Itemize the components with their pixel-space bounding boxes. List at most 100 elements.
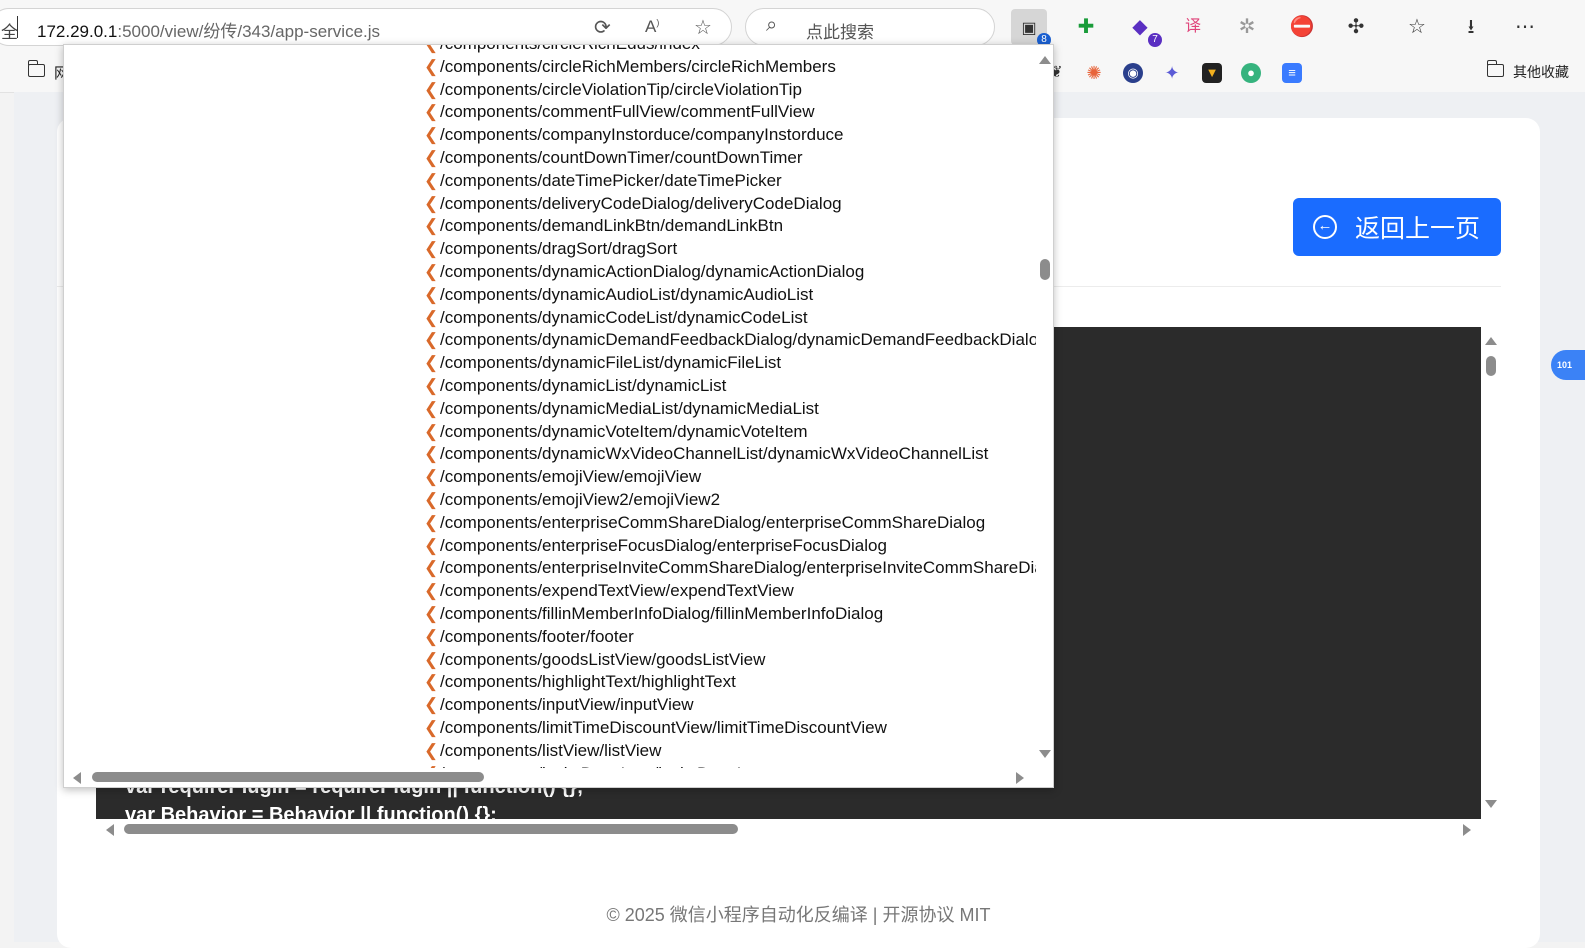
file-list-item[interactable]: ❮/components/dateTimePicker/dateTimePick… bbox=[424, 171, 782, 194]
back-button[interactable]: ← 返回上一页 bbox=[1293, 198, 1501, 256]
bookmark-star-icon[interactable]: ✦ bbox=[1162, 63, 1182, 83]
chevron-left-icon: ❮ bbox=[424, 216, 439, 236]
dropdown-vscroll-thumb[interactable] bbox=[1040, 259, 1050, 280]
file-list-item[interactable]: ❮/components/circleRichMembers/circleRic… bbox=[424, 57, 836, 80]
dropdown-vertical-scrollbar[interactable] bbox=[1036, 45, 1053, 768]
file-list-item[interactable]: ❮/components/dragSort/dragSort bbox=[424, 239, 677, 262]
file-dropdown[interactable]: ❮/components/circleRichEdus/index❮/compo… bbox=[63, 44, 1054, 788]
address-separator bbox=[17, 16, 18, 38]
bookmark-colorful-icon[interactable]: ● bbox=[1241, 63, 1261, 83]
file-list-item[interactable]: ❮/components/fillinMemberInfoDialog/fill… bbox=[424, 604, 883, 627]
search-box[interactable]: ⌕ 点此搜索 bbox=[745, 8, 995, 46]
scroll-right-arrow-icon[interactable] bbox=[1463, 824, 1471, 836]
url-text[interactable]: 172.29.0.1:5000/view/纷传/343/app-service.… bbox=[37, 17, 380, 42]
address-prefix: 全 bbox=[1, 23, 18, 42]
file-list-item[interactable]: ❮/components/companyInstorduce/companyIn… bbox=[424, 125, 844, 148]
file-list-item[interactable]: ❮/components/emojiView/emojiView bbox=[424, 467, 701, 490]
side-floating-tab[interactable]: 101 bbox=[1551, 350, 1585, 380]
file-list-item[interactable]: ❮/components/demandLinkBtn/demandLinkBtn bbox=[424, 216, 783, 239]
chevron-left-icon: ❮ bbox=[424, 649, 439, 669]
scroll-down-arrow-icon[interactable] bbox=[1485, 800, 1497, 808]
address-bar[interactable]: 全 172.29.0.1:5000/view/纷传/343/app-servic… bbox=[0, 8, 732, 46]
extension-blocked-button[interactable]: ⛔ bbox=[1284, 9, 1320, 45]
file-list-item-label: /components/dynamicList/dynamicList bbox=[440, 376, 727, 395]
file-list-item[interactable]: ❮/components/circleRichEdus/index bbox=[424, 45, 700, 57]
file-list-item[interactable]: ❮/components/dynamicCodeList/dynamicCode… bbox=[424, 308, 808, 331]
file-list-item[interactable]: ❮/components/dynamicWxVideoChannelList/d… bbox=[424, 444, 988, 467]
code-hscroll-thumb[interactable] bbox=[124, 824, 738, 834]
translate-extension-button[interactable]: 译 bbox=[1175, 9, 1211, 45]
downloads-button[interactable]: ⭳ bbox=[1453, 9, 1489, 45]
file-list-item[interactable]: ❮/components/dynamicList/dynamicList bbox=[424, 376, 726, 399]
bookmark-shield-icon[interactable]: ▼ bbox=[1202, 63, 1222, 83]
file-list-item[interactable]: ❮/components/limitTimeDiscountView/limit… bbox=[424, 718, 887, 741]
file-list-item[interactable]: ❮/components/emojiView2/emojiView2 bbox=[424, 490, 720, 513]
dropdown-scroll-down-icon[interactable] bbox=[1039, 750, 1051, 758]
dropdown-horizontal-scrollbar[interactable] bbox=[64, 768, 1036, 787]
file-list-item[interactable]: ❮/components/dynamicActionDialog/dynamic… bbox=[424, 262, 864, 285]
dropdown-scroll-left-icon[interactable] bbox=[73, 772, 81, 784]
dropdown-scroll-right-icon[interactable] bbox=[1016, 772, 1024, 784]
file-list-item[interactable]: ❮/components/countDownTimer/countDownTim… bbox=[424, 148, 803, 171]
download-icon: ⭳ bbox=[1467, 16, 1475, 38]
file-list-item[interactable]: ❮/components/enterpriseFocusDialog/enter… bbox=[424, 536, 887, 559]
file-list-item[interactable]: ❮/components/enterpriseCommShareDialog/e… bbox=[424, 513, 985, 536]
read-aloud-icon[interactable]: A) bbox=[645, 17, 659, 37]
scroll-left-arrow-icon[interactable] bbox=[106, 824, 114, 836]
chevron-left-icon: ❮ bbox=[424, 284, 439, 304]
file-list-item[interactable]: ❮/components/dynamicMediaList/dynamicMed… bbox=[424, 399, 819, 422]
file-list-item[interactable]: ❮/components/enterpriseInviteCommShareDi… bbox=[424, 558, 1036, 581]
extension-capture-button[interactable]: ▣ 8 bbox=[1011, 9, 1051, 47]
chevron-left-icon: ❮ bbox=[424, 490, 439, 509]
file-list-item[interactable]: ❮/components/dynamicFileList/dynamicFile… bbox=[424, 353, 781, 376]
more-icon: ⋯ bbox=[1515, 16, 1535, 38]
file-list-item[interactable]: ❮/components/dynamicVoteItem/dynamicVote… bbox=[424, 422, 808, 445]
file-list-item[interactable]: ❮/components/highlightText/highlightText bbox=[424, 672, 736, 695]
refresh-icon[interactable]: ⟳ bbox=[594, 15, 611, 40]
file-list-item[interactable]: ❮/components/dynamicDemandFeedbackDialog… bbox=[424, 330, 1036, 353]
code-vscroll-thumb[interactable] bbox=[1486, 356, 1496, 376]
chevron-left-icon: ❮ bbox=[424, 45, 440, 54]
dropdown-scroll-up-icon[interactable] bbox=[1039, 56, 1051, 64]
chevron-left-icon: ❮ bbox=[424, 535, 439, 555]
file-list-item-label: /components/inputView/inputView bbox=[440, 695, 694, 715]
favorites-button[interactable]: ☆ bbox=[1399, 9, 1435, 45]
file-list-item[interactable]: ❮/components/footer/footer bbox=[424, 627, 634, 650]
file-list-item[interactable]: ❮/components/expendTextView/expendTextVi… bbox=[424, 581, 794, 604]
file-list-item[interactable]: ❮/components/inputView/inputView bbox=[424, 695, 694, 718]
chevron-left-icon: ❮ bbox=[424, 672, 439, 692]
file-list-item-label: /components/emojiView2/emojiView2 bbox=[440, 490, 721, 509]
file-list-item-label: /components/footer/footer bbox=[440, 626, 634, 646]
extension-plus-button[interactable]: ✚ bbox=[1068, 9, 1104, 45]
file-list-item[interactable]: ❮/components/listView/listView bbox=[424, 741, 661, 764]
dropdown-hscroll-thumb[interactable] bbox=[92, 772, 484, 782]
favorite-star-icon[interactable]: ☆ bbox=[694, 15, 712, 40]
other-favorites-label[interactable]: 其他收藏 bbox=[1513, 62, 1569, 82]
extensions-button[interactable]: ✣ bbox=[1338, 9, 1374, 45]
file-list-item-label: /components/dynamicMediaList/dynamicMedi… bbox=[440, 398, 819, 418]
file-list-item[interactable]: ❮/components/deliveryCodeDialog/delivery… bbox=[424, 194, 842, 217]
bookmark-asterisk-icon[interactable]: ✺ bbox=[1084, 63, 1104, 83]
code-horizontal-scrollbar[interactable] bbox=[96, 819, 1481, 839]
file-list-item-label: /components/demandLinkBtn/demandLinkBtn bbox=[440, 216, 784, 236]
file-list-item-label: /components/circleRichMembers/circleRich… bbox=[440, 56, 836, 76]
chevron-left-icon: ❮ bbox=[424, 398, 439, 418]
file-list-item-label: /components/dynamicFileList/dynamicFileL… bbox=[440, 353, 782, 373]
folder-icon[interactable] bbox=[27, 60, 45, 77]
chevron-left-icon: ❮ bbox=[424, 102, 439, 122]
file-list-item[interactable]: ❮/components/circleViolationTip/circleVi… bbox=[424, 80, 802, 103]
extension-gray-button[interactable]: ✲ bbox=[1229, 9, 1265, 45]
code-vertical-scrollbar[interactable] bbox=[1481, 327, 1501, 819]
scroll-up-arrow-icon[interactable] bbox=[1485, 337, 1497, 345]
bookmark-doc-icon[interactable]: ≡ bbox=[1282, 63, 1302, 83]
other-folder-icon[interactable] bbox=[1486, 60, 1504, 77]
file-list-item[interactable]: ❮/components/dynamicAudioList/dynamicAud… bbox=[424, 285, 813, 308]
file-list-item[interactable]: ❮/components/goodsListView/goodsListView bbox=[424, 650, 765, 673]
file-list-item-label: /components/dynamicCodeList/dynamicCodeL… bbox=[440, 307, 808, 327]
file-list-item[interactable]: ❮/components/commentFullView/commentFull… bbox=[424, 102, 814, 125]
more-menu-button[interactable]: ⋯ bbox=[1507, 9, 1543, 45]
file-list-item-label: /components/dynamicAudioList/dynamicAudi… bbox=[440, 284, 814, 304]
bookmark-globe-icon[interactable]: ◉ bbox=[1123, 63, 1143, 83]
chevron-left-icon: ❮ bbox=[424, 376, 439, 395]
extension-purple-button[interactable]: ◆ 7 bbox=[1122, 9, 1162, 47]
